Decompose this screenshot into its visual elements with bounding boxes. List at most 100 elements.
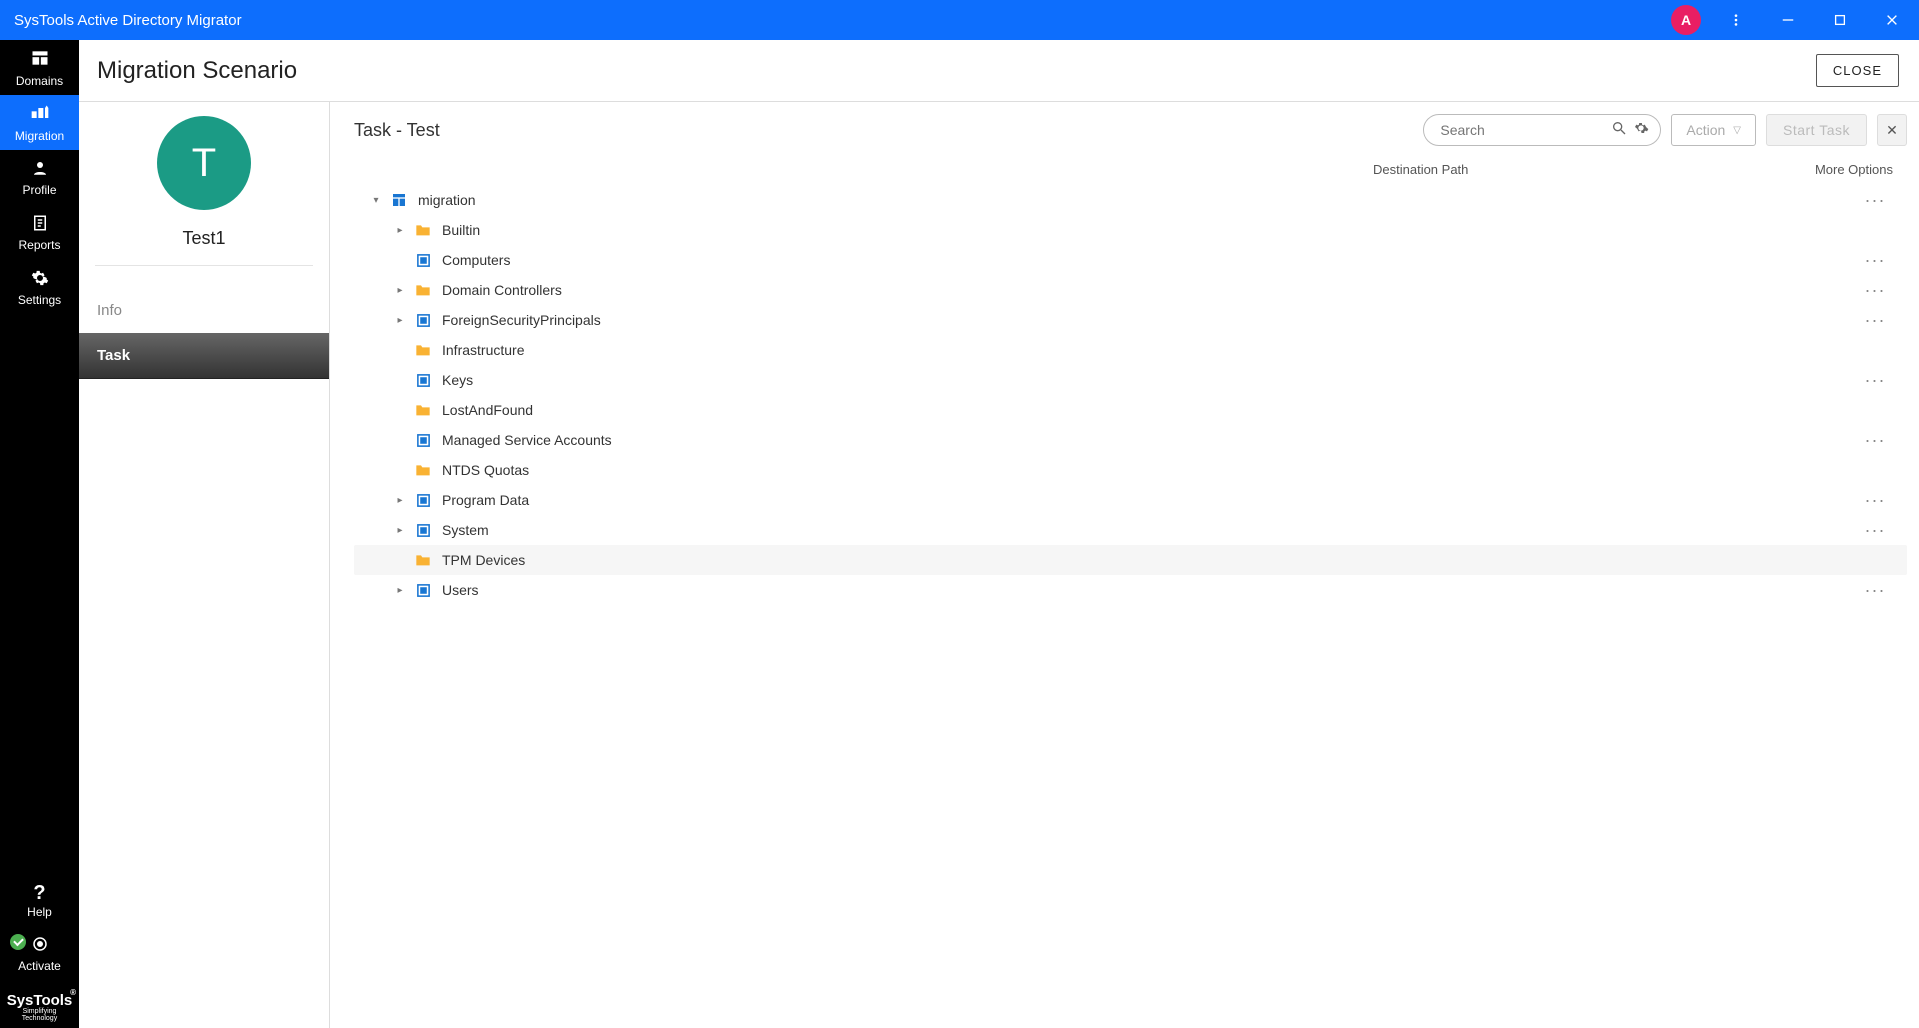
tree-row[interactable]: NTDS Quotas — [354, 455, 1907, 485]
expand-arrow-icon[interactable]: ▸ — [392, 525, 408, 536]
domain-icon — [390, 191, 408, 209]
tree-node-label: ForeignSecurityPrincipals — [442, 312, 1863, 328]
clear-button[interactable]: ✕ — [1877, 114, 1907, 146]
tree-node-label: NTDS Quotas — [442, 462, 1887, 478]
brand-tagline: Simplifying Technology — [6, 1008, 73, 1022]
nav-profile[interactable]: Profile — [0, 150, 79, 205]
expand-arrow-icon[interactable]: ▸ — [392, 315, 408, 326]
tree-row[interactable]: ▸ System··· — [354, 515, 1907, 545]
tree-node-label: LostAndFound — [442, 402, 1887, 418]
chevron-down-icon: ▽ — [1733, 125, 1741, 136]
detail-sidebar: T Test1 Info Task — [79, 102, 330, 1028]
page-title: Migration Scenario — [97, 57, 297, 85]
minimize-icon[interactable] — [1771, 3, 1805, 37]
nav-settings[interactable]: Settings — [0, 260, 79, 315]
action-label: Action — [1686, 122, 1725, 138]
folder-icon — [414, 551, 432, 569]
expand-arrow-icon[interactable]: ▸ — [392, 285, 408, 296]
expand-arrow-icon[interactable]: ▸ — [392, 585, 408, 596]
tree-columns-header: Destination Path More Options — [354, 146, 1907, 185]
scenario-name: Test1 — [182, 228, 225, 249]
tree-node-label: System — [442, 522, 1863, 538]
container-icon — [414, 431, 432, 449]
more-options-icon[interactable]: ··· — [1863, 370, 1887, 391]
tree-row[interactable]: ▸ Users··· — [354, 575, 1907, 605]
more-options-icon[interactable]: ··· — [1863, 310, 1887, 331]
tree-row[interactable]: LostAndFound — [354, 395, 1907, 425]
nav-label: Activate — [18, 959, 61, 973]
task-pane: Task - Test Action — [330, 102, 1919, 1028]
more-options-icon[interactable]: ··· — [1863, 520, 1887, 541]
app-title: SysTools Active Directory Migrator — [14, 12, 1671, 29]
nav-migration[interactable]: Migration — [0, 95, 79, 150]
main-header: Migration Scenario CLOSE — [79, 40, 1919, 102]
action-dropdown[interactable]: Action ▽ — [1671, 114, 1756, 146]
folder-icon — [414, 341, 432, 359]
tree-node-label: Computers — [442, 252, 1863, 268]
nav-reports[interactable]: Reports — [0, 205, 79, 260]
scenario-avatar: T — [157, 116, 251, 210]
folder-icon — [414, 281, 432, 299]
tree-row[interactable]: ▸ Domain Controllers··· — [354, 275, 1907, 305]
domains-icon — [30, 48, 50, 72]
kebab-menu-icon[interactable] — [1719, 3, 1753, 37]
detail-header: T Test1 — [95, 102, 313, 266]
tree-row[interactable]: TPM Devices — [354, 545, 1907, 575]
nav-help[interactable]: ? Help — [0, 873, 79, 928]
col-more-options: More Options — [1793, 162, 1903, 177]
tree-row[interactable]: ▾ migration··· — [354, 185, 1907, 215]
expand-arrow-icon[interactable]: ▾ — [368, 195, 384, 206]
tree-node-label: Builtin — [442, 222, 1887, 238]
more-options-icon[interactable]: ··· — [1863, 280, 1887, 301]
tab-task[interactable]: Task — [79, 333, 329, 379]
folder-icon — [414, 221, 432, 239]
user-avatar[interactable]: A — [1671, 5, 1701, 35]
expand-arrow-icon[interactable]: ▸ — [392, 495, 408, 506]
tree-node-label: Keys — [442, 372, 1863, 388]
close-button[interactable]: CLOSE — [1816, 54, 1899, 87]
more-options-icon[interactable]: ··· — [1863, 430, 1887, 451]
brand-name: SysTools — [7, 992, 73, 1009]
titlebar: SysTools Active Directory Migrator A — [0, 0, 1919, 40]
status-indicator-icon — [10, 934, 26, 950]
container-icon — [414, 311, 432, 329]
reports-icon — [31, 214, 49, 236]
search-wrap — [1423, 114, 1661, 146]
tab-info[interactable]: Info — [79, 288, 329, 333]
search-settings-icon[interactable] — [1633, 120, 1649, 141]
tree-node-label: Users — [442, 582, 1863, 598]
tree-row[interactable]: ▸ Builtin — [354, 215, 1907, 245]
tree-row[interactable]: Keys··· — [354, 365, 1907, 395]
col-destination: Destination Path — [1373, 162, 1793, 177]
nav-label: Reports — [18, 238, 60, 252]
expand-arrow-icon[interactable]: ▸ — [392, 225, 408, 236]
more-options-icon[interactable]: ··· — [1863, 190, 1887, 211]
tree-node-label: Managed Service Accounts — [442, 432, 1863, 448]
tree-node-label: Infrastructure — [442, 342, 1887, 358]
tree-node-label: Domain Controllers — [442, 282, 1863, 298]
nav-label: Help — [27, 905, 52, 919]
tree-row[interactable]: Infrastructure — [354, 335, 1907, 365]
tree-row[interactable]: Managed Service Accounts··· — [354, 425, 1907, 455]
nav-label: Profile — [22, 183, 56, 197]
container-icon — [414, 251, 432, 269]
tree-row[interactable]: ▸ ForeignSecurityPrincipals··· — [354, 305, 1907, 335]
search-icon[interactable] — [1611, 120, 1627, 141]
main-pane: Migration Scenario CLOSE T Test1 Info Ta… — [79, 40, 1919, 1028]
brand-logo: SysTools® Simplifying Technology — [0, 983, 79, 1028]
more-options-icon[interactable]: ··· — [1863, 490, 1887, 511]
tree-row[interactable]: ▸Program Data··· — [354, 485, 1907, 515]
nav-label: Settings — [18, 293, 61, 307]
more-options-icon[interactable]: ··· — [1863, 580, 1887, 601]
task-title: Task - Test — [354, 120, 1413, 141]
tree-node-label: migration — [418, 192, 1863, 208]
maximize-icon[interactable] — [1823, 3, 1857, 37]
tree-row[interactable]: Computers··· — [354, 245, 1907, 275]
close-icon[interactable] — [1875, 3, 1909, 37]
nav-domains[interactable]: Domains — [0, 40, 79, 95]
start-task-button[interactable]: Start Task — [1766, 114, 1867, 146]
tree-node-label: TPM Devices — [442, 552, 1887, 568]
detail-tabs: Info Task — [79, 288, 329, 379]
more-options-icon[interactable]: ··· — [1863, 250, 1887, 271]
nav-label: Domains — [16, 74, 63, 88]
